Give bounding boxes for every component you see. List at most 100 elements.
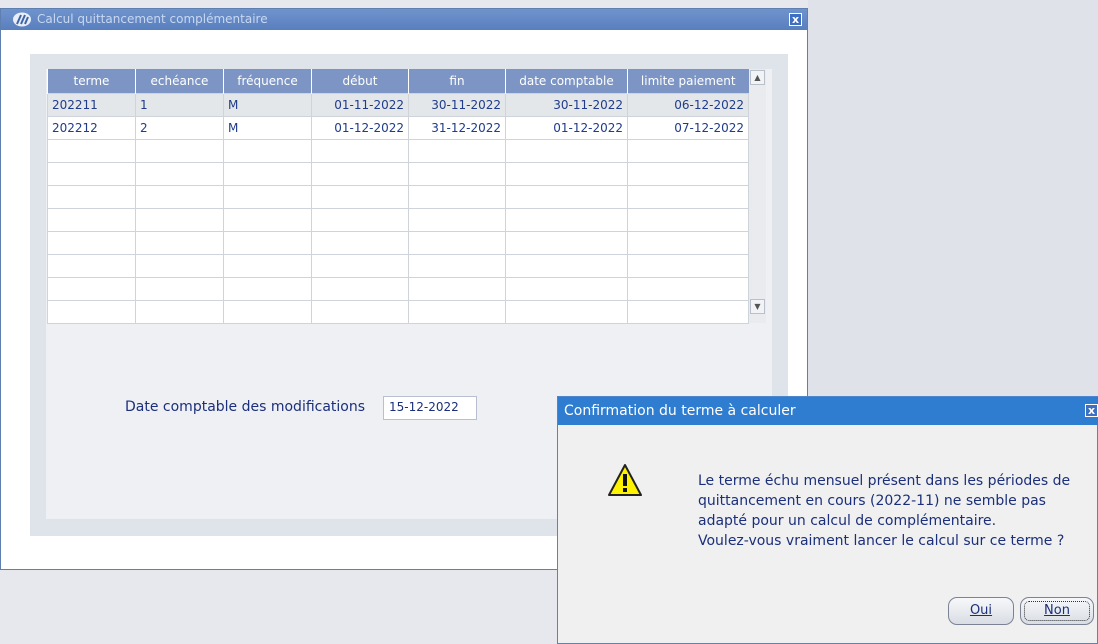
cell-debut[interactable]: 01-12-2022: [311, 116, 409, 140]
empty-cell[interactable]: [311, 139, 409, 163]
empty-cell[interactable]: [135, 277, 224, 301]
empty-table-row[interactable]: [47, 277, 749, 301]
empty-cell[interactable]: [311, 277, 409, 301]
empty-cell[interactable]: [311, 208, 409, 232]
empty-cell[interactable]: [408, 185, 506, 209]
empty-table-row[interactable]: [47, 162, 749, 186]
cell-fin[interactable]: 30-11-2022: [408, 93, 506, 117]
empty-cell[interactable]: [505, 162, 628, 186]
empty-cell[interactable]: [47, 185, 136, 209]
column-header-debut[interactable]: début: [311, 69, 409, 94]
empty-table-row[interactable]: [47, 139, 749, 163]
cell-echeance[interactable]: 2: [135, 116, 224, 140]
empty-cell[interactable]: [505, 300, 628, 324]
cell-echeance[interactable]: 1: [135, 93, 224, 117]
empty-cell[interactable]: [223, 139, 312, 163]
dialog-close-button[interactable]: x: [1085, 404, 1098, 417]
empty-table-row[interactable]: [47, 300, 749, 324]
cell-terme[interactable]: 202211: [47, 93, 136, 117]
cell-date-comptable[interactable]: 01-12-2022: [505, 116, 628, 140]
column-header-fin[interactable]: fin: [408, 69, 506, 94]
empty-cell[interactable]: [505, 277, 628, 301]
empty-cell[interactable]: [47, 208, 136, 232]
column-header-limite-paiement[interactable]: limite paiement: [627, 69, 749, 94]
empty-cell[interactable]: [223, 277, 312, 301]
column-header-echeance[interactable]: echéance: [135, 69, 224, 94]
cell-limite-paiement[interactable]: 07-12-2022: [627, 116, 749, 140]
scroll-up-icon[interactable]: ▲: [750, 70, 765, 85]
empty-cell[interactable]: [47, 254, 136, 278]
column-header-date-comptable[interactable]: date comptable: [505, 69, 628, 94]
empty-cell[interactable]: [135, 231, 224, 255]
date-comptable-field[interactable]: 15-12-2022: [383, 396, 477, 420]
empty-cell[interactable]: [505, 185, 628, 209]
main-title-bar[interactable]: Calcul quittancement complémentaire x: [1, 9, 807, 30]
empty-cell[interactable]: [505, 231, 628, 255]
empty-cell[interactable]: [223, 162, 312, 186]
empty-table-row[interactable]: [47, 185, 749, 209]
empty-cell[interactable]: [47, 277, 136, 301]
empty-table-row[interactable]: [47, 231, 749, 255]
empty-cell[interactable]: [47, 231, 136, 255]
empty-cell[interactable]: [47, 162, 136, 186]
empty-cell[interactable]: [505, 139, 628, 163]
empty-cell[interactable]: [47, 139, 136, 163]
empty-cell[interactable]: [223, 185, 312, 209]
empty-cell[interactable]: [223, 254, 312, 278]
empty-cell[interactable]: [627, 139, 749, 163]
cell-fin[interactable]: 31-12-2022: [408, 116, 506, 140]
cell-debut[interactable]: 01-11-2022: [311, 93, 409, 117]
empty-cell[interactable]: [627, 208, 749, 232]
empty-cell[interactable]: [311, 185, 409, 209]
empty-cell[interactable]: [223, 231, 312, 255]
empty-cell[interactable]: [408, 254, 506, 278]
empty-cell[interactable]: [223, 300, 312, 324]
empty-cell[interactable]: [311, 254, 409, 278]
main-close-button[interactable]: x: [789, 13, 802, 26]
cell-date-comptable[interactable]: 30-11-2022: [505, 93, 628, 117]
empty-cell[interactable]: [627, 162, 749, 186]
column-header-frequence[interactable]: fréquence: [223, 69, 312, 94]
empty-cell[interactable]: [505, 208, 628, 232]
empty-cell[interactable]: [627, 185, 749, 209]
cell-limite-paiement[interactable]: 06-12-2022: [627, 93, 749, 117]
empty-cell[interactable]: [408, 300, 506, 324]
oui-button[interactable]: Oui: [948, 597, 1014, 625]
empty-cell[interactable]: [47, 300, 136, 324]
empty-cell[interactable]: [223, 208, 312, 232]
empty-table-row[interactable]: [47, 208, 749, 232]
empty-cell[interactable]: [135, 139, 224, 163]
scroll-down-icon[interactable]: ▼: [750, 299, 765, 314]
empty-cell[interactable]: [135, 254, 224, 278]
non-button[interactable]: Non: [1020, 597, 1094, 625]
empty-cell[interactable]: [627, 277, 749, 301]
empty-cell[interactable]: [135, 162, 224, 186]
empty-cell[interactable]: [408, 162, 506, 186]
table-scrollbar[interactable]: ▲ ▼: [749, 69, 766, 323]
empty-cell[interactable]: [408, 231, 506, 255]
message-line: Voulez-vous vraiment lancer le calcul su…: [698, 533, 1065, 549]
empty-cell[interactable]: [311, 300, 409, 324]
empty-cell[interactable]: [135, 300, 224, 324]
empty-cell[interactable]: [408, 139, 506, 163]
cell-frequence[interactable]: M: [223, 116, 312, 140]
empty-cell[interactable]: [408, 277, 506, 301]
empty-table-row[interactable]: [47, 254, 749, 278]
empty-cell[interactable]: [311, 162, 409, 186]
empty-cell[interactable]: [505, 254, 628, 278]
empty-cell[interactable]: [627, 300, 749, 324]
empty-cell[interactable]: [135, 208, 224, 232]
empty-cell[interactable]: [408, 208, 506, 232]
table-row[interactable]: 202211 1 M 01-11-2022 30-11-2022 30-11-2…: [47, 93, 749, 117]
table-row[interactable]: 202212 2 M 01-12-2022 31-12-2022 01-12-2…: [47, 116, 749, 140]
cell-frequence[interactable]: M: [223, 93, 312, 117]
empty-cell[interactable]: [135, 185, 224, 209]
empty-cell[interactable]: [311, 231, 409, 255]
dialog-title-bar[interactable]: Confirmation du terme à calculer x: [558, 397, 1098, 425]
empty-cell[interactable]: [627, 254, 749, 278]
message-line: quittancement en cours (2022-11) ne semb…: [698, 493, 1046, 509]
column-header-terme[interactable]: terme: [47, 69, 136, 94]
empty-cell[interactable]: [627, 231, 749, 255]
cell-terme[interactable]: 202212: [47, 116, 136, 140]
dialog-message: Le terme échu mensuel présent dans les p…: [698, 471, 1098, 551]
